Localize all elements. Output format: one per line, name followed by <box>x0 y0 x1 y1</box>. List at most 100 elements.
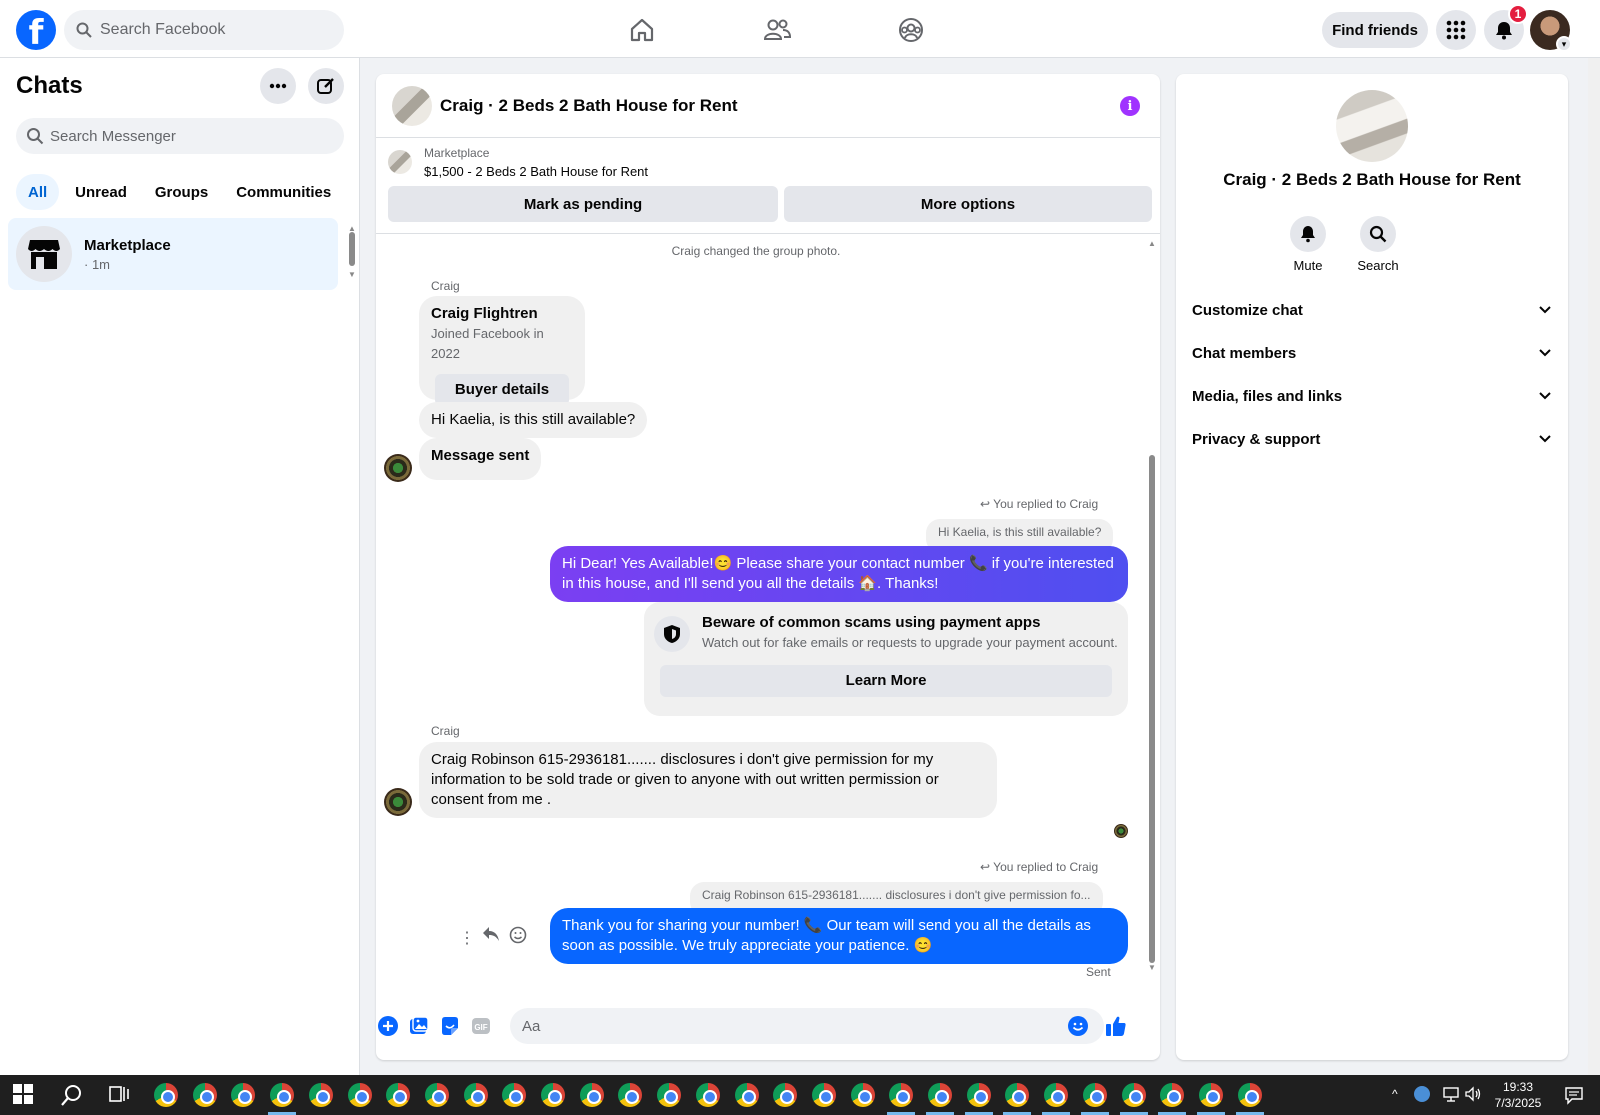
chrome-browser-icon[interactable] <box>811 1083 836 1107</box>
thumbs-up-icon[interactable] <box>1104 1014 1128 1038</box>
chrome-browser-icon[interactable] <box>1198 1083 1223 1107</box>
message-more-icon[interactable]: ⋮ <box>459 928 475 948</box>
filter-tab-groups[interactable]: Groups <box>143 174 220 210</box>
group-photo-large[interactable] <box>1336 90 1408 162</box>
search-icon[interactable] <box>60 1083 84 1107</box>
system-clock[interactable]: 19:33 7/3/2025 <box>1488 1079 1548 1111</box>
chevron-down-icon[interactable]: ▾ <box>1556 36 1572 52</box>
friends-icon[interactable] <box>761 14 793 46</box>
chrome-browser-icon[interactable] <box>1005 1083 1030 1107</box>
scam-warning-card: Beware of common scams using payment app… <box>644 602 1128 716</box>
chrome-browser-icon[interactable] <box>347 1083 372 1107</box>
chrome-browser-icon[interactable] <box>231 1083 256 1107</box>
chrome-browser-icon[interactable] <box>424 1083 449 1107</box>
facebook-logo[interactable]: f <box>16 10 56 50</box>
network-icon[interactable] <box>1442 1085 1460 1106</box>
clock-time: 19:33 <box>1502 1080 1534 1094</box>
page-scrollbar[interactable] <box>1588 58 1600 1075</box>
chrome-browser-icon[interactable] <box>502 1083 527 1107</box>
facebook-search-input[interactable]: Search Facebook <box>64 10 344 50</box>
filter-tab-unread[interactable]: Unread <box>63 174 139 210</box>
mute-button[interactable]: Mute <box>1278 216 1338 273</box>
incoming-message[interactable]: Craig Robinson 615-2936181....... disclo… <box>419 742 997 818</box>
chrome-browser-icon[interactable] <box>928 1083 952 1107</box>
chrome-browser-icon[interactable] <box>579 1083 604 1107</box>
chrome-browser-icon[interactable] <box>618 1083 643 1107</box>
messenger-search-input[interactable]: Search Messenger <box>16 118 344 154</box>
chrome-browser-icon[interactable] <box>270 1083 295 1107</box>
privacy-support-section[interactable]: Privacy & support <box>1192 417 1552 461</box>
chrome-browser-icon[interactable] <box>1082 1083 1107 1107</box>
menu-grid-icon[interactable] <box>1436 10 1476 50</box>
info-icon[interactable]: i <box>1120 96 1140 116</box>
chat-name: Marketplace <box>84 236 171 254</box>
tray-overflow-icon[interactable]: ^ <box>1392 1087 1398 1101</box>
groups-icon[interactable] <box>895 14 927 46</box>
chrome-browser-icon[interactable] <box>695 1083 720 1107</box>
message-input[interactable]: Aa <box>510 1008 1104 1044</box>
reply-icon[interactable] <box>482 926 500 946</box>
task-view-icon[interactable] <box>108 1083 132 1107</box>
clock-date: 7/3/2025 <box>1494 1096 1542 1110</box>
notification-center-icon[interactable] <box>1564 1085 1584 1108</box>
chrome-browser-icon[interactable] <box>463 1083 488 1107</box>
incoming-message[interactable]: Hi Kaelia, is this still available? <box>419 402 648 438</box>
chat-members-section[interactable]: Chat members <box>1192 331 1552 375</box>
chevron-down-icon <box>1539 306 1551 314</box>
chrome-browser-icon[interactable] <box>1160 1083 1185 1107</box>
outgoing-message[interactable]: Thank you for sharing your number! 📞 Our… <box>550 908 1128 964</box>
find-friends-button[interactable]: Find friends <box>1322 12 1428 48</box>
emoji-icon[interactable] <box>1066 1014 1090 1038</box>
windows-start-icon[interactable] <box>12 1083 36 1107</box>
chrome-browser-icon[interactable] <box>154 1083 178 1107</box>
chrome-browser-icon[interactable] <box>1044 1083 1069 1107</box>
new-message-icon[interactable] <box>308 68 344 104</box>
listing-thumbnail[interactable] <box>388 150 412 174</box>
incoming-message[interactable]: Message sent <box>419 438 542 480</box>
listing-title[interactable]: $1,500 - 2 Beds 2 Bath House for Rent <box>424 164 648 179</box>
chrome-browser-icon[interactable] <box>308 1083 333 1107</box>
learn-more-button[interactable]: Learn More <box>660 665 1112 697</box>
onedrive-icon[interactable] <box>1414 1086 1430 1102</box>
gif-icon[interactable]: GIF <box>469 1014 493 1038</box>
filter-tab-communities[interactable]: Communities <box>224 174 343 210</box>
search-conversation-button[interactable]: Search <box>1348 216 1408 273</box>
chrome-browser-icon[interactable] <box>657 1083 682 1107</box>
chrome-browser-icon[interactable] <box>1121 1083 1146 1107</box>
add-more-icon[interactable] <box>376 1014 400 1038</box>
thread-scrollbar[interactable]: ▲ ▼ <box>1148 239 1156 972</box>
chevron-down-icon <box>1539 435 1551 443</box>
chrome-browser-icon[interactable] <box>966 1083 991 1107</box>
outgoing-message[interactable]: Hi Dear! Yes Available!😊 Please share yo… <box>550 546 1128 602</box>
home-icon[interactable] <box>626 14 658 46</box>
sender-avatar[interactable] <box>384 454 412 482</box>
search-label: Search <box>1357 258 1399 273</box>
chrome-browser-icon[interactable] <box>734 1083 759 1107</box>
media-files-links-section[interactable]: Media, files and links <box>1192 374 1552 418</box>
conversation-title[interactable]: Craig · 2 Beds 2 Bath House for Rent <box>440 96 738 116</box>
filter-tab-all[interactable]: All <box>16 174 60 210</box>
customize-chat-section[interactable]: Customize chat <box>1192 288 1552 332</box>
volume-icon[interactable] <box>1464 1085 1482 1106</box>
reply-indicator: ↩ You replied to Craig <box>980 860 1098 874</box>
more-options-button[interactable]: More options <box>784 186 1152 222</box>
chrome-browser-icon[interactable] <box>773 1083 798 1107</box>
chrome-browser-icon[interactable] <box>850 1083 875 1107</box>
chrome-browser-icon[interactable] <box>192 1083 217 1107</box>
sender-avatar[interactable] <box>384 788 412 816</box>
photo-attach-icon[interactable] <box>407 1014 431 1038</box>
chrome-browser-icon[interactable] <box>1237 1083 1262 1107</box>
chrome-browser-icon[interactable] <box>541 1083 565 1107</box>
search-icon <box>1360 216 1396 252</box>
more-options-icon[interactable] <box>260 68 296 104</box>
react-emoji-icon[interactable] <box>509 926 527 948</box>
mute-label: Mute <box>1293 258 1323 273</box>
group-photo[interactable] <box>392 85 432 126</box>
sidebar-scrollbar[interactable]: ▲ ▼ <box>348 224 356 284</box>
sticker-icon[interactable] <box>438 1014 462 1038</box>
chat-list-item[interactable]: Marketplace · 1m <box>8 218 338 290</box>
chrome-browser-icon[interactable] <box>889 1083 914 1107</box>
mark-as-pending-button[interactable]: Mark as pending <box>388 186 778 222</box>
chats-heading: Chats <box>16 72 83 99</box>
chrome-browser-icon[interactable] <box>386 1083 411 1107</box>
